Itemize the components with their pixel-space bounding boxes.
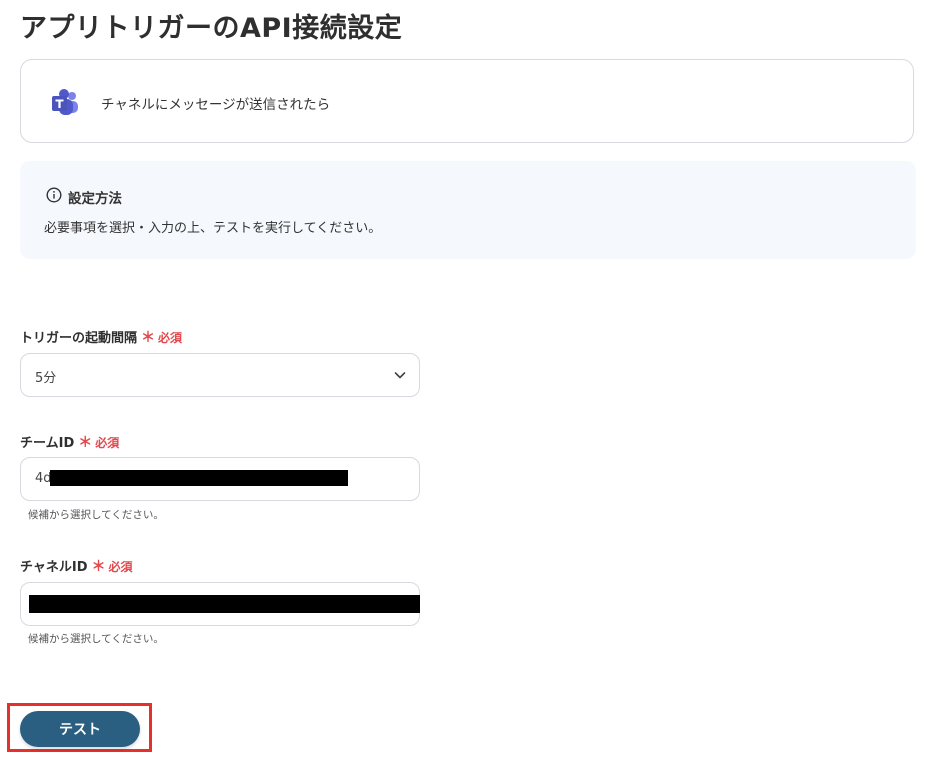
page-title: アプリトリガーのAPI接続設定 [20, 13, 403, 44]
info-box: 設定方法 必要事項を選択・入力の上、テストを実行してください。 [20, 161, 916, 259]
team-id-label: チームID ＊必須 [20, 432, 119, 452]
redaction-bar [50, 470, 348, 486]
interval-label: トリガーの起動間隔＊必須 [20, 327, 182, 347]
test-button[interactable]: テスト [20, 711, 140, 747]
required-text: 必須 [108, 560, 133, 574]
required-text: 必須 [95, 436, 120, 450]
required-star: ＊ [141, 330, 156, 346]
info-title: 設定方法 [68, 191, 122, 207]
interval-label-text: トリガーの起動間隔 [20, 331, 138, 346]
channel-id-input[interactable] [20, 582, 420, 626]
channel-id-label-text: チャネルID [20, 560, 88, 575]
required-badge: ＊必須 [141, 330, 183, 346]
trigger-label: チャネルにメッセージが送信されたら [101, 97, 331, 113]
required-star: ＊ [78, 435, 93, 451]
channel-id-hint: 候補から選択してください。 [28, 633, 164, 645]
chevron-down-icon [394, 372, 406, 379]
required-badge: ＊必須 [78, 435, 120, 451]
team-id-label-text: チームID [20, 436, 75, 451]
interval-value: 5分 [35, 371, 57, 386]
trigger-card: チャネルにメッセージが送信されたら [20, 59, 914, 143]
microsoft-teams-icon [52, 89, 78, 115]
info-text: 必要事項を選択・入力の上、テストを実行してください。 [44, 221, 382, 236]
team-id-input[interactable]: 4d [20, 457, 420, 501]
team-id-hint: 候補から選択してください。 [28, 509, 164, 521]
required-star: ＊ [91, 559, 106, 575]
interval-select[interactable]: 5分 [20, 353, 420, 397]
required-badge: ＊必須 [91, 559, 133, 575]
redaction-bar [29, 595, 420, 613]
required-text: 必須 [158, 331, 183, 345]
channel-id-label: チャネルID ＊必須 [20, 556, 133, 576]
info-icon [46, 187, 62, 203]
